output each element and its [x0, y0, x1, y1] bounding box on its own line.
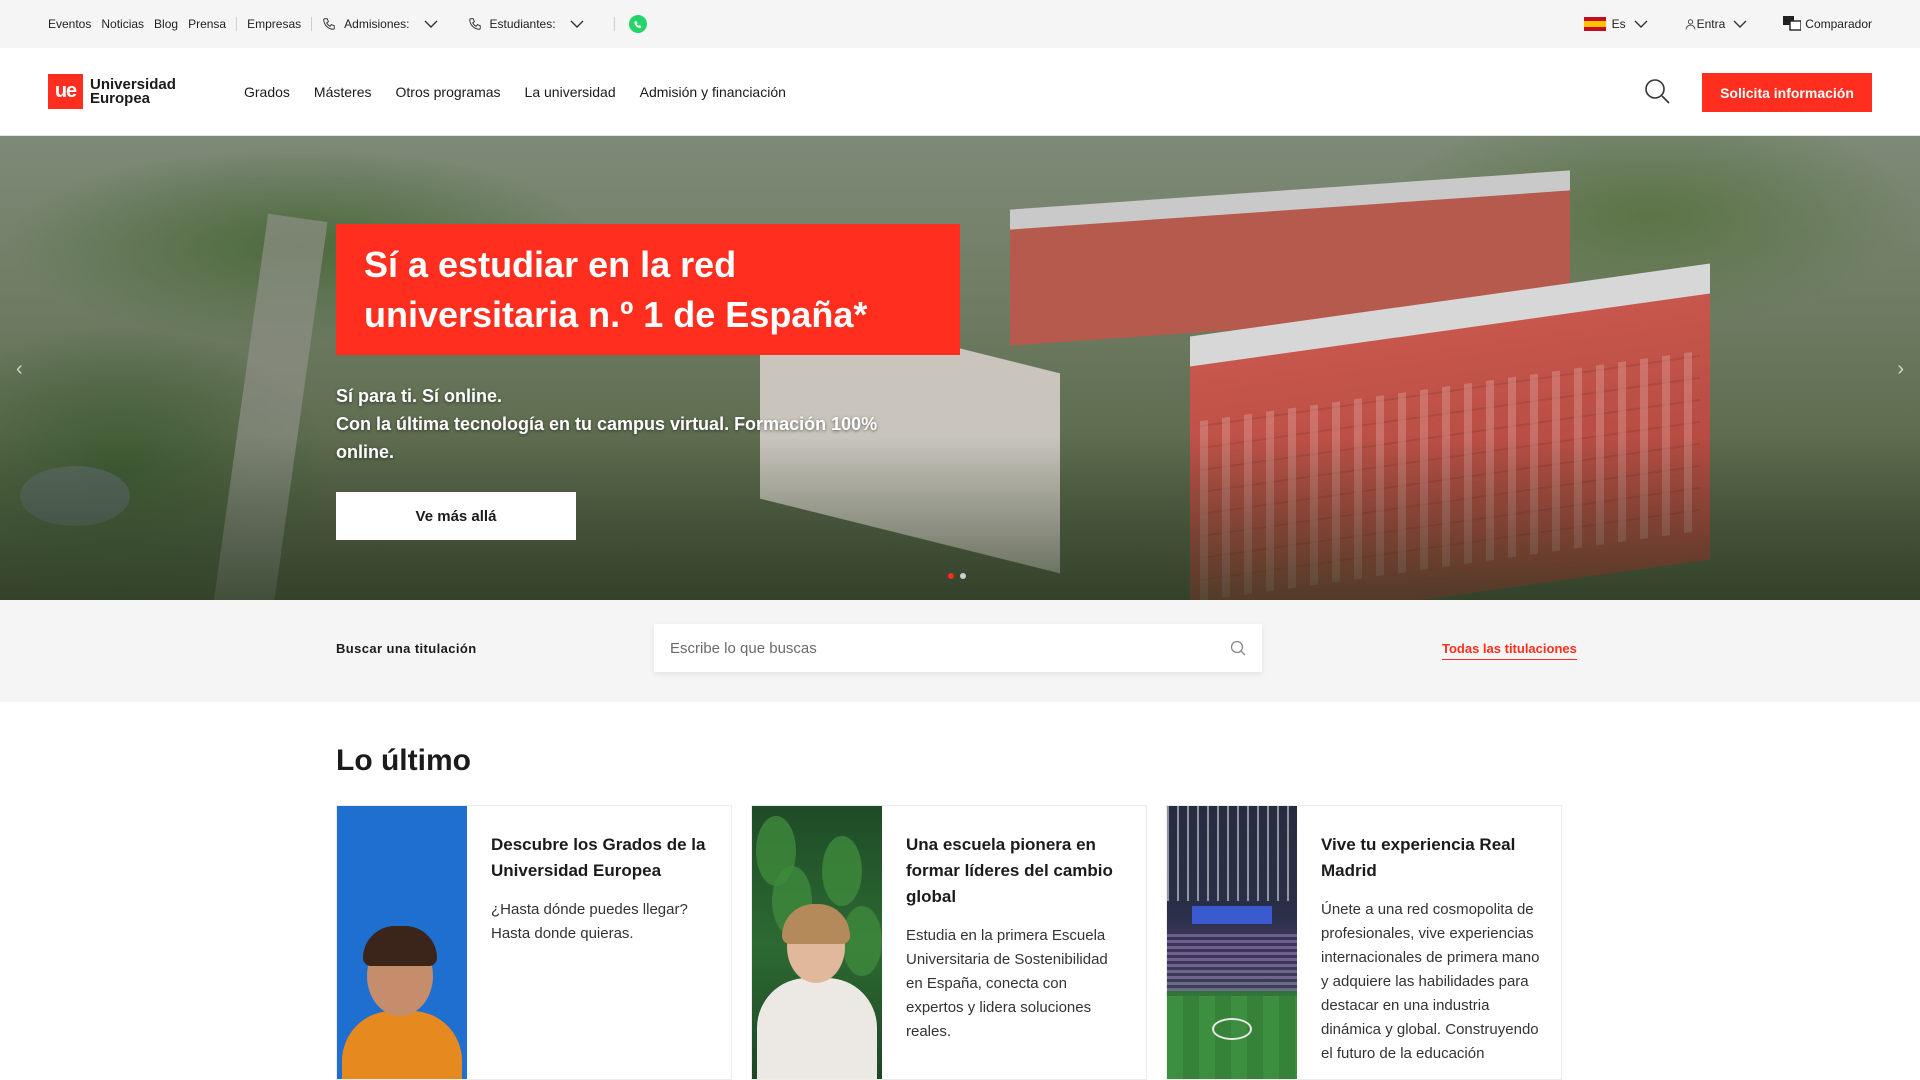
logo-line-2: Europea	[90, 89, 151, 107]
news-card[interactable]: Descubre los Grados de la Universidad Eu…	[336, 805, 732, 1080]
carousel-dot[interactable]	[960, 573, 966, 579]
chevron-down-icon	[1733, 20, 1747, 28]
search-icon[interactable]	[1230, 640, 1246, 656]
estudiantes-label: Estudiantes:	[489, 17, 556, 31]
login-label: Entra	[1696, 17, 1726, 31]
primary-menu: Grados Másteres Otros programas La unive…	[244, 48, 810, 136]
utility-bar: Eventos Noticias Blog Prensa Empresas Ad…	[0, 0, 1920, 48]
estudiantes-phone-dropdown[interactable]: Estudiantes:	[468, 17, 592, 31]
logo-mark: ue	[48, 74, 83, 109]
chevron-down-icon	[1634, 20, 1648, 28]
section-title-latest: Lo último	[336, 744, 471, 777]
chevron-down-icon	[424, 20, 438, 28]
divider	[236, 17, 238, 31]
hero-carousel: ‹ › Sí a estudiar en la red universitari…	[0, 136, 1920, 600]
nav-item-la-universidad[interactable]: La universidad	[525, 84, 616, 100]
degree-search-band: Buscar una titulación Todas las titulaci…	[0, 600, 1920, 702]
hero-subtitle: Sí para ti. Sí online. Con la última tec…	[336, 382, 936, 466]
card-body: Una escuela pionera en formar líderes de…	[906, 832, 1128, 1044]
admisiones-phone-dropdown[interactable]: Admisiones:	[322, 17, 445, 31]
news-card[interactable]: Una escuela pionera en formar líderes de…	[751, 805, 1147, 1080]
card-title[interactable]: Una escuela pionera en formar líderes de…	[906, 832, 1128, 910]
card-body: Vive tu experiencia Real Madrid Únete a …	[1321, 832, 1543, 1066]
spain-flag-icon	[1583, 17, 1606, 31]
nav-item-admision[interactable]: Admisión y financiación	[640, 84, 786, 100]
nav-item-masteres[interactable]: Másteres	[314, 84, 372, 100]
divider	[311, 17, 313, 31]
carousel-dot[interactable]	[948, 573, 954, 579]
user-icon	[1685, 19, 1695, 30]
card-text: ¿Hasta dónde puedes llegar? Hasta donde …	[491, 901, 688, 942]
language-selector[interactable]: Es	[1583, 17, 1648, 31]
card-title[interactable]: Descubre los Grados de la Universidad Eu…	[491, 832, 713, 884]
chevron-down-icon	[570, 20, 584, 28]
phone-icon	[468, 18, 481, 30]
compare-icon	[1783, 16, 1802, 31]
phone-icon	[323, 18, 335, 30]
logo-wordmark: Universidad Europea	[90, 77, 176, 107]
language-label: Es	[1611, 17, 1626, 31]
hero-title: Sí a estudiar en la red universitaria n.…	[364, 244, 868, 335]
carousel-prev-arrow-icon[interactable]: ‹	[16, 358, 23, 381]
whatsapp-icon[interactable]	[628, 15, 647, 33]
card-text: Únete a una red cosmopolita de profesion…	[1321, 901, 1540, 1062]
utility-right: Es Entra Comparador	[1548, 0, 1872, 48]
link-eventos[interactable]: Eventos	[48, 17, 91, 31]
hero-subtitle-line-1: Sí para ti. Sí online.	[336, 386, 503, 406]
hero-cta-button[interactable]: Ve más allá	[336, 492, 576, 540]
link-empresas[interactable]: Empresas	[247, 17, 301, 31]
main-navigation: ue Universidad Europea Grados Másteres O…	[0, 48, 1920, 136]
nav-item-grados[interactable]: Grados	[244, 84, 290, 100]
hero-title-box: Sí a estudiar en la red universitaria n.…	[336, 224, 960, 355]
card-image-student	[337, 806, 467, 1079]
utility-links: Eventos Noticias Blog Prensa Empresas Ad…	[48, 0, 647, 48]
search-icon[interactable]	[1644, 78, 1670, 104]
carousel-next-arrow-icon[interactable]: ›	[1897, 358, 1904, 381]
search-label: Buscar una titulación	[336, 641, 477, 656]
admisiones-label: Admisiones:	[344, 17, 410, 31]
card-text: Estudia en la primera Escuela Universita…	[906, 927, 1108, 1040]
link-prensa[interactable]: Prensa	[188, 17, 226, 31]
hero-subtitle-line-2: Con la última tecnología en tu campus vi…	[336, 414, 878, 462]
carousel-dots	[948, 573, 972, 579]
divider	[613, 17, 615, 31]
comparador-label: Comparador	[1805, 17, 1872, 31]
news-card[interactable]: Vive tu experiencia Real Madrid Únete a …	[1166, 805, 1562, 1080]
brand-logo[interactable]: ue Universidad Europea	[48, 74, 176, 109]
card-body: Descubre los Grados de la Universidad Eu…	[491, 832, 713, 946]
card-image-stadium	[1167, 806, 1297, 1079]
link-noticias[interactable]: Noticias	[101, 17, 144, 31]
login-dropdown[interactable]: Entra	[1684, 17, 1748, 31]
request-info-button[interactable]: Solicita información	[1702, 73, 1872, 112]
search-field	[654, 624, 1262, 672]
card-image-sustainability	[752, 806, 882, 1079]
comparador-link[interactable]: Comparador	[1783, 16, 1872, 32]
all-degrees-link[interactable]: Todas las titulaciones	[1442, 641, 1577, 660]
degree-search-input[interactable]	[670, 639, 1230, 657]
nav-item-otros-programas[interactable]: Otros programas	[396, 84, 501, 100]
link-blog[interactable]: Blog	[154, 17, 178, 31]
card-title[interactable]: Vive tu experiencia Real Madrid	[1321, 832, 1543, 884]
